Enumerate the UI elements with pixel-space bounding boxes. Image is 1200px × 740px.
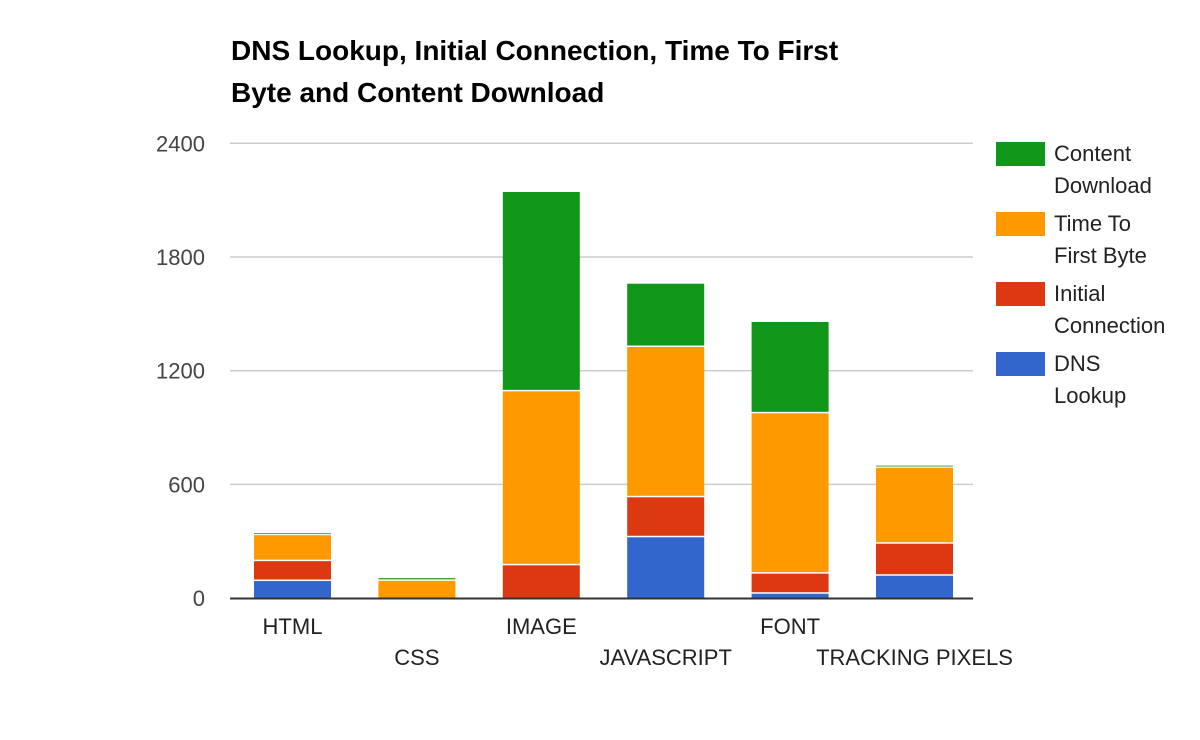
legend-item-dns-lookup[interactable]: DNS Lookup <box>996 351 1126 408</box>
bar-segment-dns-lookup-tracking-pixels[interactable] <box>876 575 953 599</box>
bars <box>254 192 953 599</box>
legend-label: First Byte <box>1054 243 1147 268</box>
x-tick-label: IMAGE <box>506 614 577 639</box>
y-tick-label: 600 <box>168 472 205 497</box>
bar-segment-initial-connection-tracking-pixels[interactable] <box>876 543 953 575</box>
legend-label: Connection <box>1054 313 1165 338</box>
legend-swatch <box>996 352 1045 376</box>
legend-label: Initial <box>1054 281 1105 306</box>
y-tick-label: 1200 <box>156 359 205 384</box>
x-axis-labels: HTML CSS IMAGE JAVASCRIPT FONT TRACKING PIXEL… <box>263 614 1013 670</box>
legend-label: Download <box>1054 173 1152 198</box>
x-tick-label: HTML <box>263 614 323 639</box>
legend-label: Content <box>1054 141 1131 166</box>
legend-label: Time To <box>1054 211 1131 236</box>
bar-stack-font <box>751 321 829 599</box>
bar-segment-time-to-first-byte-css[interactable] <box>378 580 456 599</box>
bar-segment-initial-connection-font[interactable] <box>751 573 829 593</box>
bar-segment-content-download-tracking-pixels[interactable] <box>876 465 953 467</box>
bar-segment-dns-lookup-html[interactable] <box>254 581 331 599</box>
bar-segment-content-download-css[interactable] <box>378 578 456 580</box>
gridlines <box>230 142 973 486</box>
x-tick-label: TRACKING PIXELS <box>816 645 1013 670</box>
legend-item-initial-connection[interactable]: Initial Connection <box>996 281 1165 338</box>
legend-swatch <box>996 142 1045 166</box>
bar-segment-time-to-first-byte-javascript[interactable] <box>627 347 705 496</box>
x-tick-label: JAVASCRIPT <box>599 645 731 670</box>
bar-segment-initial-connection-image[interactable] <box>502 565 580 599</box>
legend-swatch <box>996 282 1045 306</box>
legend-item-time-to-first-byte[interactable]: Time To First Byte <box>996 211 1147 268</box>
bar-segment-content-download-html[interactable] <box>254 533 331 535</box>
y-tick-label: 2400 <box>156 131 205 156</box>
bar-segment-initial-connection-javascript[interactable] <box>627 497 705 536</box>
bar-segment-time-to-first-byte-tracking-pixels[interactable] <box>876 467 953 543</box>
y-axis-ticks: 0 600 1200 1800 2400 <box>156 131 205 611</box>
bar-stack-tracking-pixels <box>876 465 953 599</box>
bar-segment-dns-lookup-font[interactable] <box>751 593 829 599</box>
bar-segment-time-to-first-byte-font[interactable] <box>751 413 829 573</box>
chart-title: DNS Lookup, Initial Connection, Time To … <box>231 35 838 108</box>
bar-segment-content-download-font[interactable] <box>751 321 829 412</box>
stacked-bar-chart: DNS Lookup, Initial Connection, Time To … <box>156 35 1165 670</box>
bar-stack-html <box>254 533 331 599</box>
legend-item-content-download[interactable]: Content Download <box>996 141 1152 198</box>
bar-segment-content-download-javascript[interactable] <box>627 283 705 346</box>
bar-segment-time-to-first-byte-image[interactable] <box>502 391 580 564</box>
legend-label: DNS <box>1054 351 1100 376</box>
bar-stack-css <box>378 578 456 599</box>
y-tick-label: 0 <box>193 586 205 611</box>
bar-stack-javascript <box>627 283 705 599</box>
bar-segment-initial-connection-html[interactable] <box>254 561 331 580</box>
legend: Content Download Time To First Byte Initial C… <box>996 141 1165 408</box>
chart-title-line-1: DNS Lookup, Initial Connection, Time To … <box>231 35 838 66</box>
chart-title-line-2: Byte and Content Download <box>231 77 604 108</box>
bar-segment-time-to-first-byte-html[interactable] <box>254 535 331 560</box>
legend-label: Lookup <box>1054 383 1126 408</box>
bar-segment-content-download-image[interactable] <box>502 192 580 390</box>
legend-swatch <box>996 212 1045 236</box>
bar-segment-dns-lookup-javascript[interactable] <box>627 537 705 599</box>
y-tick-label: 1800 <box>156 245 205 270</box>
x-tick-label: FONT <box>760 614 820 639</box>
x-tick-label: CSS <box>394 645 439 670</box>
bar-stack-image <box>502 192 580 599</box>
